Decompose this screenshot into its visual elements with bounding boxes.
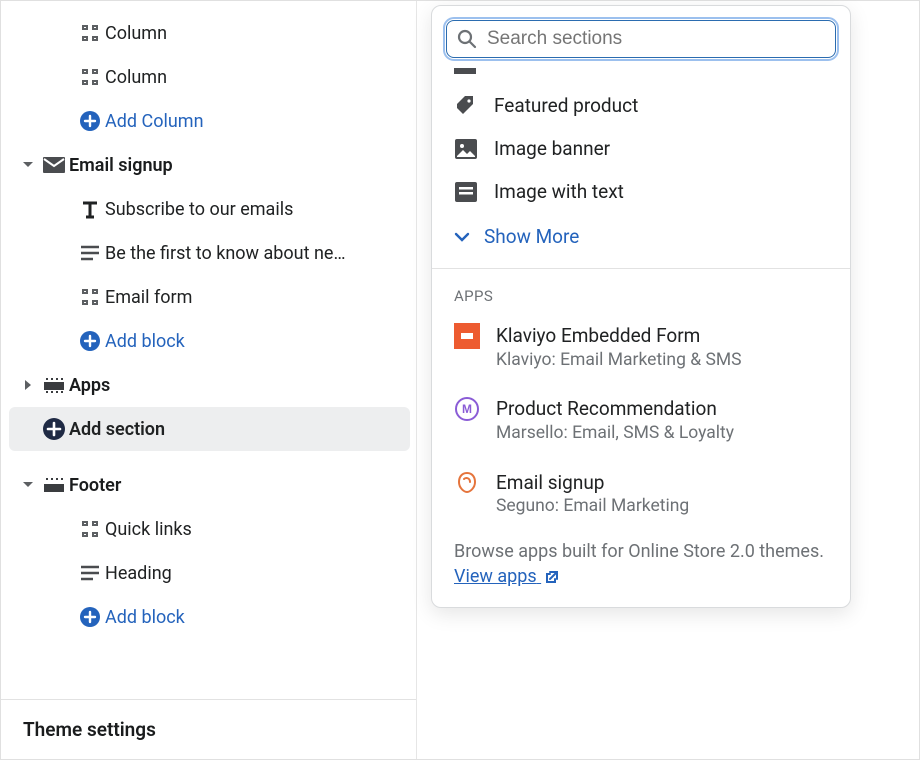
theme-settings-button[interactable]: Theme settings [1, 699, 416, 759]
option-label: Image banner [494, 137, 610, 160]
search-sections-field[interactable] [446, 20, 836, 58]
app-title: Klaviyo Embedded Form [496, 323, 742, 349]
section-option-featured-product[interactable]: Featured product [432, 84, 850, 127]
section-footer[interactable]: Footer [9, 463, 410, 507]
row-label: Footer [69, 475, 402, 496]
section-email-signup[interactable]: Email signup [9, 143, 410, 187]
paragraph-icon [75, 565, 105, 581]
column-block-icon [75, 67, 105, 87]
app-subtitle: Marsello: Email, SMS & Loyalty [496, 422, 734, 446]
tree-row-paragraph[interactable]: Be the first to know about ne… [9, 231, 410, 275]
chevron-down-icon[interactable] [17, 479, 39, 491]
row-label: Column [105, 23, 402, 44]
option-label: Image with text [494, 180, 624, 203]
view-apps-link[interactable]: View apps [454, 566, 559, 587]
tree-row-email-form[interactable]: Email form [9, 275, 410, 319]
app-frame: Column Column Add Column [0, 0, 920, 760]
section-option-image-with-text[interactable]: Image with text [432, 170, 850, 213]
truncated-row-icon [454, 68, 476, 76]
column-block-icon [75, 23, 105, 43]
add-block-button[interactable]: Add block [9, 319, 410, 363]
chevron-down-icon [454, 232, 470, 242]
row-label: Be the first to know about ne… [105, 243, 402, 264]
row-label: Apps [69, 375, 402, 396]
section-option-image-banner[interactable]: Image banner [432, 127, 850, 170]
image-text-icon [454, 182, 478, 202]
tag-icon [454, 95, 478, 117]
option-label: Featured product [494, 94, 638, 117]
row-label: Email form [105, 287, 402, 308]
envelope-icon [39, 157, 69, 173]
search-icon [457, 29, 477, 49]
app-option-klaviyo[interactable]: Klaviyo Embedded Form Klaviyo: Email Mar… [432, 313, 850, 386]
image-icon [454, 139, 478, 159]
app-option-seguno[interactable]: Email signup Seguno: Email Marketing [432, 460, 850, 533]
popover-container: Featured product Image banner Image with… [417, 1, 919, 759]
plus-circle-icon [75, 606, 105, 628]
marsello-icon: M [454, 396, 480, 422]
plus-circle-icon [39, 417, 69, 441]
klaviyo-icon [454, 323, 480, 349]
apps-footnote: Browse apps built for Online Store 2.0 t… [432, 533, 850, 607]
svg-text:M: M [462, 402, 472, 416]
row-label: Quick links [105, 519, 402, 540]
chevron-down-icon[interactable] [17, 159, 39, 171]
row-label: Add block [105, 607, 402, 628]
app-title: Product Recommendation [496, 396, 734, 422]
tree-row-heading[interactable]: Subscribe to our emails [9, 187, 410, 231]
theme-editor-sidebar: Column Column Add Column [1, 1, 417, 759]
row-label: Email signup [69, 155, 402, 176]
row-label: Add block [105, 331, 402, 352]
seguno-icon [454, 470, 480, 496]
show-more-label: Show More [484, 225, 579, 248]
plus-circle-icon [75, 110, 105, 132]
row-label: Heading [105, 563, 402, 584]
show-more-button[interactable]: Show More [432, 213, 850, 268]
tree-row-quick-links[interactable]: Quick links [9, 507, 410, 551]
tree-row-heading[interactable]: Heading [9, 551, 410, 595]
external-link-icon [545, 570, 559, 584]
view-apps-label: View apps [454, 566, 537, 587]
app-title: Email signup [496, 470, 689, 496]
add-section-button[interactable]: Add section [9, 407, 410, 451]
section-apps[interactable]: Apps [9, 363, 410, 407]
apps-section-icon [39, 377, 69, 393]
add-column-button[interactable]: Add Column [9, 99, 410, 143]
app-subtitle: Klaviyo: Email Marketing & SMS [496, 349, 742, 373]
footer-section-icon [39, 477, 69, 493]
column-block-icon [75, 287, 105, 307]
column-block-icon [75, 519, 105, 539]
chevron-right-icon[interactable] [17, 379, 39, 391]
app-option-marsello[interactable]: M Product Recommendation Marsello: Email… [432, 386, 850, 459]
add-block-button[interactable]: Add block [9, 595, 410, 639]
text-icon [75, 199, 105, 219]
footnote-text: Browse apps built for Online Store 2.0 t… [454, 541, 824, 562]
tree-row-column[interactable]: Column [9, 11, 410, 55]
app-subtitle: Seguno: Email Marketing [496, 495, 689, 519]
paragraph-icon [75, 245, 105, 261]
section-tree: Column Column Add Column [1, 7, 416, 639]
search-input[interactable] [487, 28, 825, 50]
row-label: Column [105, 67, 402, 88]
tree-row-column[interactable]: Column [9, 55, 410, 99]
apps-heading: APPS [432, 269, 850, 313]
row-label: Add section [69, 419, 402, 440]
plus-circle-icon [75, 330, 105, 352]
theme-settings-label: Theme settings [23, 718, 156, 741]
add-section-popover: Featured product Image banner Image with… [431, 5, 851, 608]
row-label: Add Column [105, 111, 402, 132]
row-label: Subscribe to our emails [105, 199, 402, 220]
